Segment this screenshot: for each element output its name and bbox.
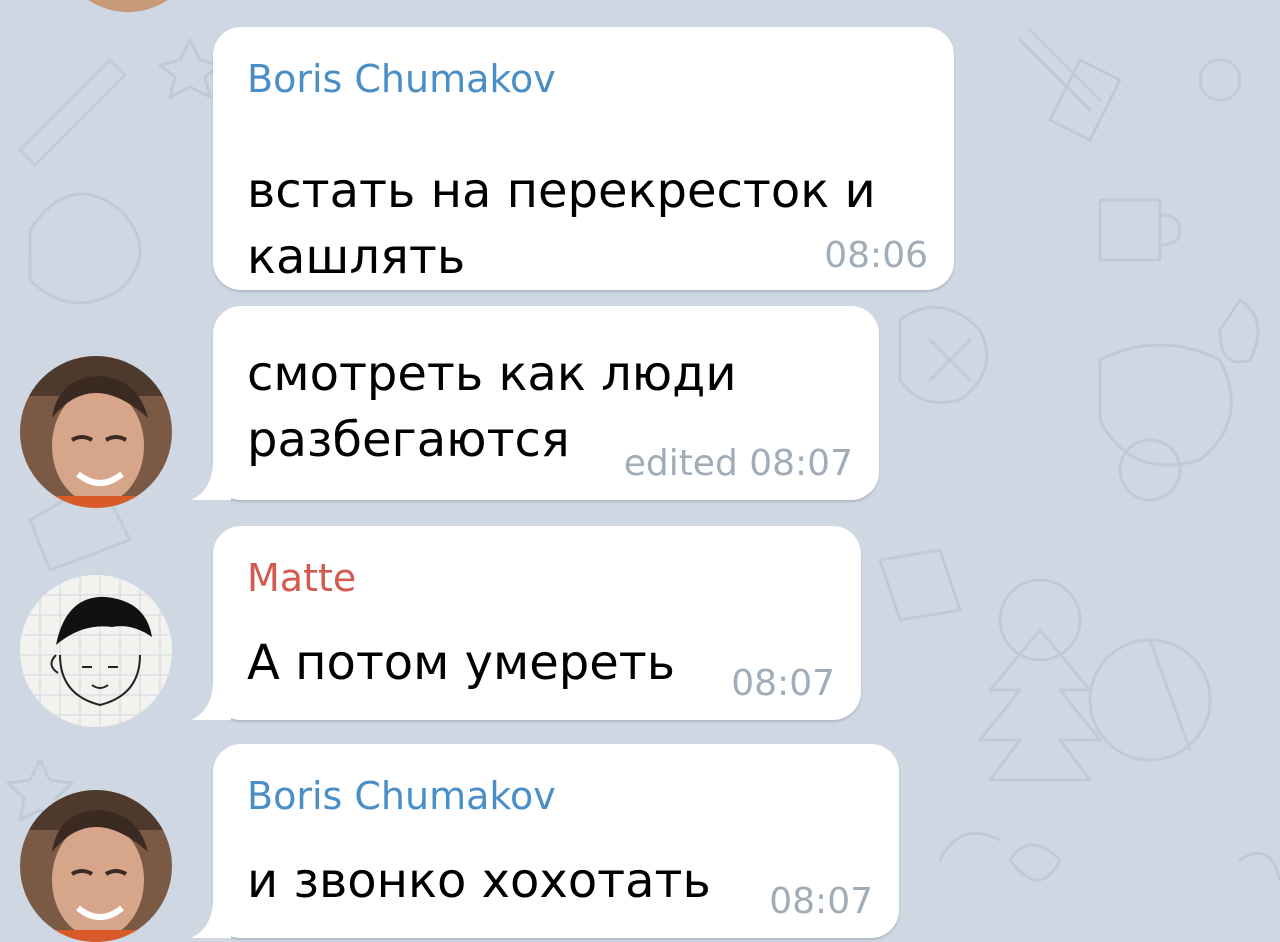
avatar-partial[interactable] [58,0,198,12]
sender-name[interactable]: Matte [247,556,356,600]
message-bubble[interactable]: Boris Chumakov и звонко хохотать 08:07 [191,744,899,938]
bubble-tail-icon [191,680,231,720]
boris-avatar-photo-icon [58,0,198,12]
sender-name[interactable]: Boris Chumakov [247,57,556,101]
message-text: встать на перекресток и [247,163,876,219]
message-bubble[interactable]: Boris Chumakov встать на перекресток и к… [213,27,954,290]
boris-avatar-photo-icon [20,356,172,508]
bubble-tail-icon [191,898,231,938]
message-text: кашлять [247,229,466,285]
matte-avatar-doodle-icon [20,575,172,727]
message-bubble[interactable]: смотреть как люди разбегаются edited 08:… [191,306,879,500]
sender-name[interactable]: Boris Chumakov [247,774,556,818]
boris-avatar[interactable] [20,790,172,942]
message-text: и звонко хохотать [247,853,711,909]
message-time: edited 08:07 [623,443,853,484]
bubble-tail-icon [191,460,231,500]
message-list[interactable]: Boris Chumakov встать на перекресток и к… [0,0,1280,942]
message-text: смотреть как люди [247,346,737,402]
message-text: А потом умереть [247,635,676,691]
message-text: разбегаются [247,412,570,468]
message-time: 08:07 [731,663,835,704]
boris-avatar-photo-icon [20,790,172,942]
boris-avatar[interactable] [20,356,172,508]
message-time: 08:06 [824,235,928,276]
matte-avatar[interactable] [20,575,172,727]
message-bubble[interactable]: Matte А потом умереть 08:07 [191,526,861,720]
message-time: 08:07 [769,881,873,922]
